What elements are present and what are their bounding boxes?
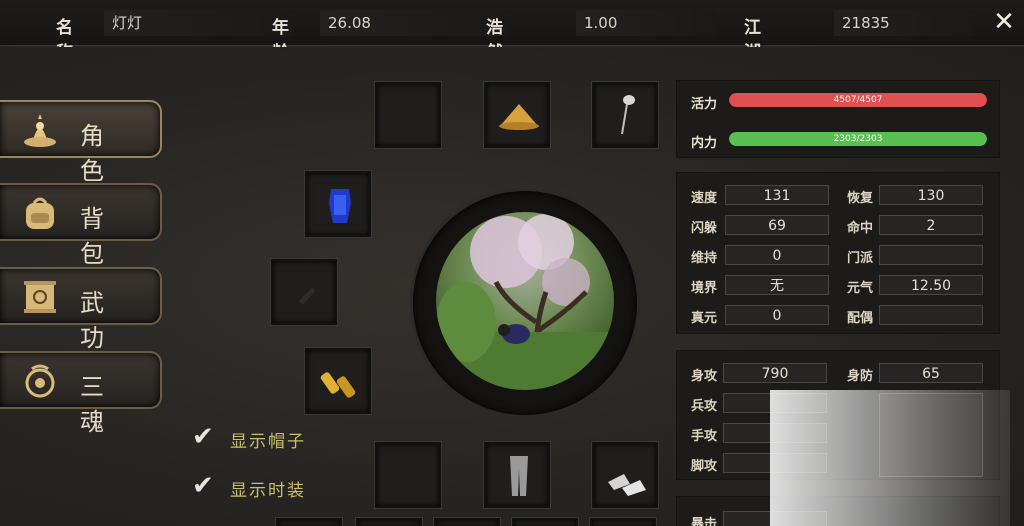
weapon-slot[interactable] [271,259,337,325]
inventory-slot[interactable] [590,518,656,526]
mp-value: 2303/2303 [833,134,883,144]
recover-label: 恢复 [847,191,874,206]
mp-bar: 2303/2303 [729,132,987,146]
exp-value: 21835 [834,10,974,36]
close-button[interactable]: ✕ [990,8,1018,36]
body-attack-label: 身攻 [691,369,718,384]
body-defense-label: 身防 [847,369,874,384]
realm-value: 无 [725,275,829,295]
maintain-value: 0 [725,245,829,265]
vigor-label: 元气 [847,281,874,296]
mp-label: 内力 [691,136,718,151]
dark-weapon-icon [299,287,315,305]
dodge-label: 闪躲 [691,221,718,236]
crit-value [723,511,827,526]
hit-label: 命中 [847,221,874,236]
inventory-slot[interactable] [276,518,342,526]
tab-three-souls-label: 三魂 [80,373,122,436]
hand-attack-value [723,423,827,443]
speed-value: 131 [725,185,829,205]
blossom-tree-scene [436,214,614,390]
hand-attack-label: 手攻 [691,429,718,444]
true-yuan-label: 真元 [691,311,718,326]
combat-panel: 身攻 790 身防 65 兵攻 手攻 脚攻 [676,350,1000,480]
martial-arts-scroll-icon [24,281,56,313]
hairpin-icon [621,95,635,135]
hp-label: 活力 [691,97,718,112]
gold-bracer-icon [320,372,356,398]
speed-label: 速度 [691,191,718,206]
backpack-icon [26,197,54,229]
hp-bar: 4507/4507 [729,93,987,107]
combat-extra-value [879,393,983,477]
stats-panel: 速度 131 恢复 130 闪躲 69 命中 2 维持 0 门派 境界 无 元气… [676,172,1000,334]
tab-character-label: 角色 [80,122,122,185]
realm-label: 境界 [691,281,718,296]
tab-martial-arts-label: 武功 [80,289,122,352]
crit-label: 暴击 [691,517,718,526]
inventory-slot[interactable] [356,518,422,526]
tab-three-souls[interactable]: 三魂 [0,351,162,436]
pants-icon [510,456,528,496]
true-yuan-value: 0 [725,305,829,325]
character-portrait [436,212,614,390]
vigor-value: 12.50 [879,275,983,295]
sect-value [879,245,983,265]
weapon-attack-value [723,393,827,413]
righteous-value: 1.00 [576,10,716,36]
foot-attack-value [723,453,827,473]
show-hat-label: 显示帽子 [230,432,306,452]
recover-value: 130 [879,185,983,205]
straw-hat-icon [499,104,539,130]
tab-backpack[interactable]: 背包 [0,183,162,268]
body-attack-value: 790 [723,363,827,383]
blue-armor-icon [329,189,351,223]
top-bar: 名称 灯灯 年龄 26.08 浩然正气 1.00 江湖经验 21835 ✕ [0,0,1024,113]
boots-icon [608,474,646,496]
dodge-value: 69 [725,215,829,235]
weapon-attack-label: 兵攻 [691,399,718,414]
hit-value: 2 [879,215,983,235]
vitals-panel: 活力 4507/4507 内力 2303/2303 [676,80,1000,158]
three-souls-icon [25,364,55,398]
boots-slot[interactable] [592,442,658,508]
checkmark-icon[interactable]: ✔ [192,472,220,500]
checkmark-icon[interactable]: ✔ [192,423,220,451]
character-icon [24,114,56,147]
age-value: 26.08 [320,10,510,36]
pants-slot[interactable] [484,442,550,508]
body-defense-value: 65 [879,363,983,383]
name-value: 灯灯 [104,10,294,36]
show-fashion-label: 显示时装 [230,481,306,501]
hp-value: 4507/4507 [833,95,883,105]
bottom-panel: 暴击 [676,496,1000,526]
spouse-label: 配偶 [847,311,874,326]
inventory-slot[interactable] [434,518,500,526]
tab-character[interactable]: 角色 [0,100,162,185]
spouse-value [879,305,983,325]
hat-slot[interactable] [484,82,550,148]
sect-label: 门派 [847,251,874,266]
armor-slot[interactable] [305,171,371,237]
inventory-slot[interactable] [512,518,578,526]
tab-backpack-label: 背包 [80,205,122,268]
close-icon: ✕ [993,7,1015,37]
tab-martial-arts[interactable]: 武功 [0,267,162,352]
accessory-slot[interactable] [592,82,658,148]
bracer-slot[interactable] [305,348,371,414]
maintain-label: 维持 [691,251,718,266]
foot-attack-label: 脚攻 [691,459,718,474]
empty-slot-top[interactable] [375,82,441,148]
empty-slot-bottom[interactable] [375,442,441,508]
